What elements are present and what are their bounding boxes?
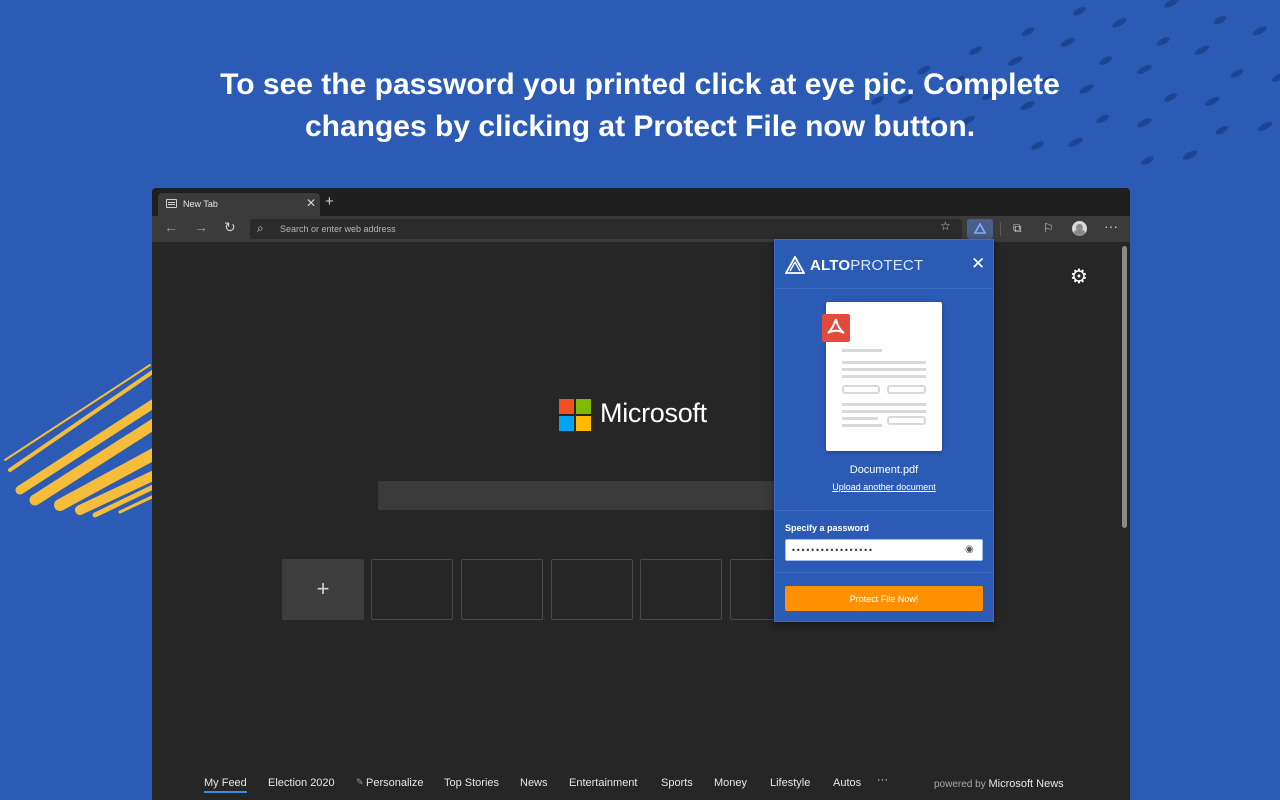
tab-strip: New Tab ✕ + [152,188,1130,216]
headline-line-2: changes by clicking at Protect File now … [304,110,976,143]
microsoft-logo [559,399,592,432]
quick-link-tile[interactable] [461,559,543,620]
close-icon[interactable]: ✕ [306,196,316,210]
microsoft-wordmark: Microsoft [600,398,707,428]
protect-file-button[interactable]: Protect File Now! [785,586,983,611]
powered-by: powered by Microsoft News [934,778,1064,790]
divider [775,572,993,573]
alto-extension-button[interactable] [967,219,993,239]
collections-icon[interactable]: ⧉ [1013,221,1022,236]
page-search-box[interactable] [378,481,798,510]
quick-link-tile[interactable] [640,559,722,620]
feed-tab-sports[interactable]: Sports [661,777,693,789]
feed-tab-entertainment[interactable]: Entertainment [569,777,637,789]
address-bar[interactable]: ⌕ Search or enter web address [250,219,962,239]
forward-icon[interactable]: → [194,219,208,235]
document-name: Document.pdf [849,464,919,476]
plus-icon: + [316,576,330,601]
feed-tab-money[interactable]: Money [714,777,747,789]
close-icon[interactable]: ✕ [971,254,985,274]
quick-link-tile[interactable] [371,559,453,620]
feed-tab-lifestyle[interactable]: Lifestyle [770,777,810,789]
feed-tab-news[interactable]: News [520,777,548,789]
new-tab-page-icon [166,199,177,208]
gear-icon[interactable]: ⚙ [1070,264,1088,289]
news-feed-nav: My Feed Election 2020 ✎ Personalize Top … [152,774,1130,797]
add-site-tile[interactable]: + [282,559,364,620]
tab-title: New Tab [183,199,218,209]
address-placeholder: Search or enter web address [280,224,396,234]
feed-more-icon[interactable]: ··· [877,774,888,786]
headline-line-1: To see the password you printed click at… [220,68,1060,101]
star-icon[interactable]: ☆ [940,219,951,233]
eye-icon[interactable]: ◉ [965,544,974,555]
refresh-icon[interactable]: ↻ [224,219,236,236]
feed-tab-autos[interactable]: Autos [833,777,861,789]
scrollbar[interactable] [1122,246,1127,528]
profile-avatar[interactable] [1072,221,1087,236]
plus-icon[interactable]: + [325,193,334,210]
quick-link-tile[interactable] [551,559,633,620]
back-icon[interactable]: ← [164,219,178,235]
tab-new-tab[interactable]: New Tab ✕ [158,193,320,216]
password-input[interactable] [785,539,983,561]
feed-tab-election[interactable]: Election 2020 [268,777,335,789]
feed-tab-top-stories[interactable]: Top Stories [444,777,499,789]
popup-brand: ALTOPROTECT [810,257,924,274]
upload-another-document-link[interactable]: Upload another document [775,482,993,492]
popup-header: ALTOPROTECT ✕ [775,240,993,289]
alto-extension-icon [974,223,986,234]
search-icon: ⌕ [257,221,264,235]
toolbar-separator [1000,222,1001,236]
alto-logo-icon [785,256,805,274]
feed-tab-personalize[interactable]: Personalize [366,777,423,789]
alto-protect-popup: ALTOPROTECT ✕ Document.pdf Upload anothe… [774,239,994,622]
pdf-icon [822,314,850,342]
read-aloud-icon[interactable]: ⚐ [1043,221,1054,235]
more-icon[interactable]: ··· [1104,218,1118,234]
divider [775,510,993,511]
password-label: Specify a password [785,523,870,533]
headline: To see the password you printed click at… [140,64,1140,148]
pencil-icon: ✎ [356,777,364,787]
feed-tab-my-feed[interactable]: My Feed [204,777,247,793]
